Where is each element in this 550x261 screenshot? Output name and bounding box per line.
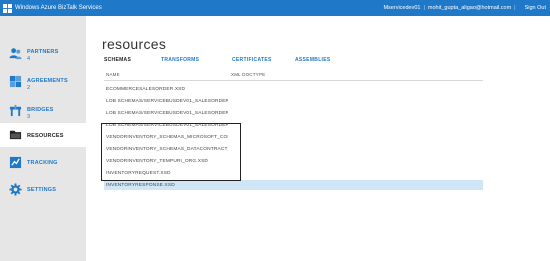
tab-certificates[interactable]: CERTIFICATES xyxy=(232,57,272,63)
sidebar-item-tracking[interactable]: TRACKING xyxy=(0,153,86,175)
sidebar-item-count: 2 xyxy=(27,85,31,91)
schema-name: LOB SCHEMAS/SERVICEBUSDEV01_SALESORDER_I xyxy=(106,99,228,104)
tracking-icon xyxy=(9,156,22,169)
top-bar: Windows Azure BizTalk Services Mserviced… xyxy=(0,0,550,16)
table-row[interactable]: ECOMMERCESALESORDER.XSD xyxy=(104,84,483,94)
table-row-selected[interactable]: INVENTORYRESPONSE.XSD xyxy=(104,180,483,190)
brand[interactable]: Windows Azure BizTalk Services xyxy=(3,3,102,13)
sidebar-item-label: TRACKING xyxy=(27,160,58,166)
table-row[interactable]: LOB SCHEMAS/SERVICEBUSDEV01_SALESORDER_I xyxy=(104,96,483,106)
sidebar-item-settings[interactable]: SETTINGS xyxy=(0,180,86,202)
tab-transforms[interactable]: TRANSFORMS xyxy=(161,57,199,63)
account-links: Mservicedev01 | mohit_gupta_aligao@hotma… xyxy=(383,5,546,11)
tab-assemblies[interactable]: ASSEMBLIES xyxy=(295,57,331,63)
schema-name: LOB SCHEMAS/SERVICEBUSDEV01_SALESORDER_I xyxy=(106,111,228,116)
schema-name: ECOMMERCESALESORDER.XSD xyxy=(106,87,186,92)
page-title: resources xyxy=(102,36,167,52)
partners-icon xyxy=(9,48,22,60)
separator: | xyxy=(423,5,425,11)
agreements-icon xyxy=(9,75,22,88)
sidebar: PARTNERS 4 AGREEMENTS 2 BRIDGES 3 RESOUR… xyxy=(0,16,86,261)
schema-name: INVENTORYRESPONSE.XSD xyxy=(106,183,175,188)
sidebar-item-count: 3 xyxy=(27,114,31,120)
sign-out-link[interactable]: Sign Out xyxy=(525,5,546,11)
app-title: Windows Azure BizTalk Services xyxy=(15,5,102,11)
windows-logo-icon xyxy=(3,3,12,13)
tab-schemas[interactable]: SCHEMAS xyxy=(104,57,131,63)
column-header-xml-doctype[interactable]: XML DOCTYPE xyxy=(231,72,265,77)
separator: | xyxy=(514,5,516,11)
sidebar-item-label: RESOURCES xyxy=(27,133,64,139)
sidebar-item-resources[interactable]: RESOURCES xyxy=(0,123,86,147)
bridges-icon xyxy=(9,104,22,117)
sidebar-item-label: AGREEMENTS xyxy=(27,78,68,84)
sidebar-item-agreements[interactable]: AGREEMENTS 2 xyxy=(0,71,86,97)
header-divider xyxy=(104,80,483,81)
sidebar-item-count: 4 xyxy=(27,56,31,62)
sidebar-item-label: SETTINGS xyxy=(27,187,57,193)
user-email[interactable]: mohit_gupta_aligao@hotmail.com xyxy=(428,5,511,11)
sidebar-item-label: BRIDGES xyxy=(27,107,54,113)
resources-icon xyxy=(9,130,22,140)
sidebar-item-partners[interactable]: PARTNERS 4 xyxy=(0,42,86,68)
sidebar-item-label: PARTNERS xyxy=(27,49,59,55)
highlight-box xyxy=(101,123,241,181)
service-name[interactable]: Mservicedev01 xyxy=(383,5,420,11)
table-row[interactable]: LOB SCHEMAS/SERVICEBUSDEV01_SALESORDER_I xyxy=(104,108,483,118)
gear-icon xyxy=(9,183,22,196)
column-header-name[interactable]: NAME xyxy=(106,72,120,77)
